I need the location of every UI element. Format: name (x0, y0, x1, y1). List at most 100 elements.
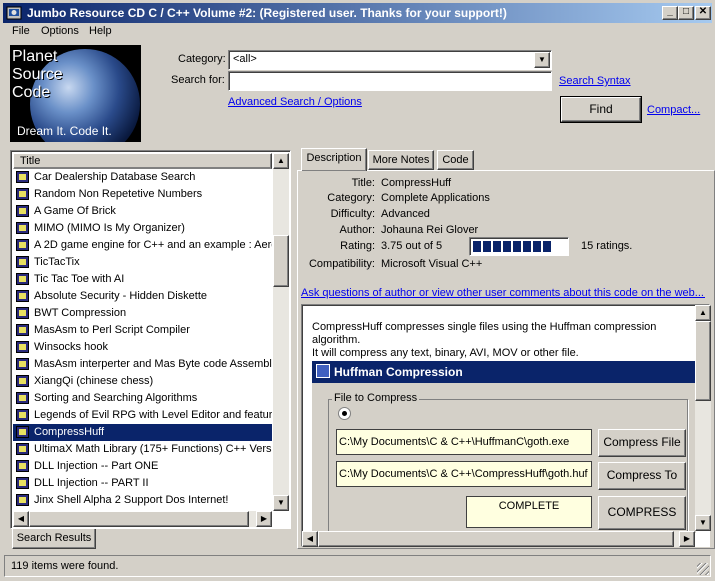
author-value: Johauna Rei Glover (381, 224, 479, 236)
list-item-label: Jinx Shell Alpha 2 Support Dos Internet! (34, 494, 229, 506)
results-vertical-scrollbar[interactable]: ▲ ▼ (273, 153, 289, 511)
rating-value: 3.75 out of 5 (381, 240, 443, 252)
scroll-down-icon[interactable]: ▼ (273, 495, 289, 511)
app-icon (6, 5, 22, 21)
rating-segment (523, 241, 531, 252)
code-file-icon (16, 443, 29, 455)
list-item-label: Random Non Repetetive Numbers (34, 188, 203, 200)
list-item[interactable]: A Game Of Brick (13, 203, 272, 220)
list-item[interactable]: UltimaX Math Library (175+ Functions) C+… (13, 441, 272, 458)
list-item[interactable]: DLL Injection -- PART II (13, 475, 272, 492)
scroll-up-icon[interactable]: ▲ (273, 153, 289, 169)
list-item-label: Sorting and Searching Algorithms (34, 392, 198, 404)
list-item[interactable]: Tic Tac Toe with AI (13, 271, 272, 288)
tab-description[interactable]: Description (301, 148, 367, 171)
code-file-icon (16, 392, 29, 404)
list-item[interactable]: BWT Compression (13, 305, 272, 322)
rating-segment (493, 241, 501, 252)
maximize-button[interactable]: □ (678, 6, 694, 20)
tab-search-results[interactable]: Search Results (12, 529, 96, 549)
comments-link[interactable]: Ask questions of author or view other us… (301, 287, 705, 299)
scroll-left-icon[interactable]: ◀ (13, 511, 29, 527)
list-item-label: Car Dealership Database Search (34, 171, 196, 183)
code-file-icon (16, 324, 29, 336)
rating-segment (533, 241, 541, 252)
rating-bar (469, 237, 569, 256)
list-item-label: DLL Injection -- PART II (34, 477, 149, 489)
list-item[interactable]: MasAsm interperter and Mas Byte code Ass… (13, 356, 272, 373)
desc-scroll-thumb[interactable] (695, 321, 711, 401)
list-item[interactable]: Winsocks hook (13, 339, 272, 356)
close-button[interactable]: ✕ (695, 6, 711, 20)
list-item[interactable]: Random Non Repetetive Numbers (13, 186, 272, 203)
window-title: Jumbo Resource CD C / C++ Volume #2: (Re… (27, 6, 507, 20)
rating-segment (543, 241, 551, 252)
menu-options[interactable]: Options (41, 25, 79, 37)
desc-scroll-down-icon[interactable]: ▼ (695, 515, 711, 531)
desc-scroll-up-icon[interactable]: ▲ (695, 305, 711, 321)
search-for-label: Search for: (171, 74, 225, 86)
list-column-header[interactable]: Title (13, 153, 272, 169)
find-button[interactable]: Find (560, 96, 642, 123)
list-item[interactable]: MIMO (MIMO Is My Organizer) (13, 220, 272, 237)
category-dropdown[interactable]: <all> ▼ (228, 50, 552, 70)
list-item[interactable]: Absolute Security - Hidden Diskette (13, 288, 272, 305)
hscroll-thumb[interactable] (29, 511, 249, 527)
list-item[interactable]: Sorting and Searching Algorithms (13, 390, 272, 407)
list-item[interactable]: Car Dealership Database Search (13, 169, 272, 186)
code-file-icon (16, 341, 29, 353)
description-vertical-scrollbar[interactable]: ▲ ▼ (695, 305, 711, 531)
category-value: <all> (233, 53, 257, 65)
desc-hscroll-thumb[interactable] (318, 531, 674, 547)
menu-help[interactable]: Help (89, 25, 112, 37)
list-item-label: CompressHuff (34, 426, 105, 438)
search-input[interactable] (228, 71, 552, 91)
status-field: COMPLETE (466, 496, 592, 528)
menu-file[interactable]: File (12, 25, 30, 37)
title-label: Title: (351, 177, 375, 189)
list-item-label: A 2D game engine for C++ and an example … (34, 239, 272, 251)
desc-scroll-right-icon[interactable]: ▶ (679, 531, 695, 547)
minimize-button[interactable]: _ (662, 6, 678, 20)
list-item[interactable]: XiangQi (chinese chess) (13, 373, 272, 390)
list-item[interactable]: A 2D game engine for C++ and an example … (13, 237, 272, 254)
desc-scroll-left-icon[interactable]: ◀ (302, 531, 318, 547)
title-value: CompressHuff (381, 177, 452, 189)
search-syntax-link[interactable]: Search Syntax (559, 75, 631, 87)
description-horizontal-scrollbar[interactable]: ◀ ▶ (302, 531, 695, 547)
resize-grip-icon[interactable] (697, 563, 709, 575)
source-path-field: C:\My Documents\C & C++\HuffmanC\goth.ex… (336, 429, 592, 455)
list-item-label: MasAsm to Perl Script Compiler (34, 324, 190, 336)
compact-link[interactable]: Compact... (647, 104, 700, 116)
radio-icon (338, 407, 351, 420)
list-item[interactable]: Jinx Shell Alpha 2 Support Dos Internet! (13, 492, 272, 509)
description-text: CompressHuff compresses single files usi… (312, 321, 692, 360)
tab-code[interactable]: Code (437, 150, 474, 170)
results-horizontal-scrollbar[interactable]: ◀ ▶ (13, 511, 272, 527)
dest-path-field: C:\My Documents\C & C++\CompressHuff\got… (336, 461, 592, 487)
code-file-icon (16, 239, 29, 251)
scroll-thumb[interactable] (273, 235, 289, 287)
compatibility-value: Microsoft Visual C++ (381, 258, 483, 270)
tab-more-notes[interactable]: More Notes (368, 150, 434, 170)
difficulty-label: Difficulty: (330, 208, 375, 220)
code-file-icon (16, 171, 29, 183)
compress-file-button: Compress File (598, 429, 686, 457)
list-item[interactable]: TicTacTix (13, 254, 272, 271)
compatibility-label: Compatibility: (308, 258, 375, 270)
logo-line-3: Code (12, 84, 51, 101)
chevron-down-icon[interactable]: ▼ (534, 52, 550, 68)
rating-segment (503, 241, 511, 252)
compress-button: COMPRESS (598, 496, 686, 530)
list-item[interactable]: CompressHuff (13, 424, 272, 441)
list-item[interactable]: MasAsm to Perl Script Compiler (13, 322, 272, 339)
advanced-search-link[interactable]: Advanced Search / Options (228, 96, 362, 108)
list-item[interactable]: Legends of Evil RPG with Level Editor an… (13, 407, 272, 424)
scroll-right-icon[interactable]: ▶ (256, 511, 272, 527)
category-detail-label: Category: (327, 192, 375, 204)
logo-slogan: Dream It. Code It. (17, 124, 112, 138)
window-title-bar[interactable]: Jumbo Resource CD C / C++ Volume #2: (Re… (3, 3, 712, 23)
list-item[interactable]: DLL Injection -- Part ONE (13, 458, 272, 475)
code-file-icon (16, 358, 29, 370)
results-list[interactable]: Car Dealership Database Search Random Non… (13, 169, 272, 511)
